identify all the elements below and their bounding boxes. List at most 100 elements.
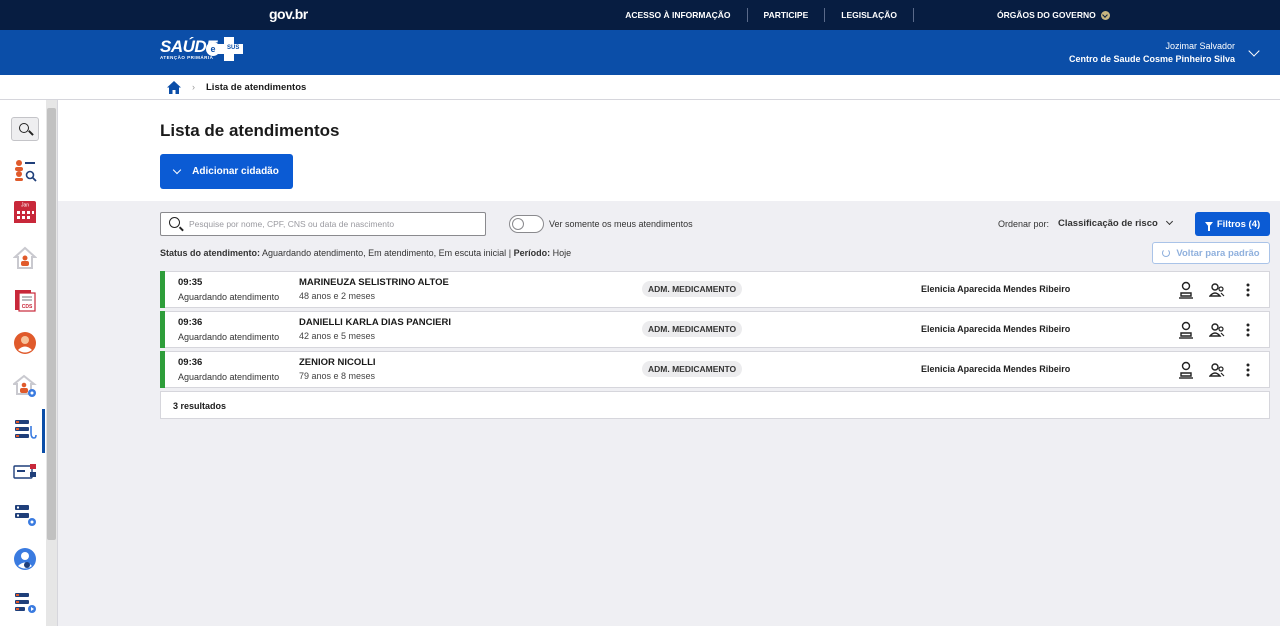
user-info[interactable]: Jozimar Salvador Centro de Saude Cosme P… bbox=[1069, 40, 1235, 66]
sidebar-scrollbar[interactable] bbox=[46, 100, 57, 626]
more-options-icon[interactable] bbox=[1240, 321, 1256, 339]
status-value: Aguardando atendimento, Em atendimento, … bbox=[262, 248, 507, 258]
attendance-row[interactable]: 09:36 Aguardando atendimento ZENIOR NICO… bbox=[160, 351, 1270, 388]
period-separator: | bbox=[508, 248, 512, 258]
orgaos-governo-menu[interactable]: ÓRGÃOS DO GOVERNO bbox=[997, 0, 1110, 30]
scrollbar-thumb[interactable] bbox=[47, 108, 56, 540]
link-acesso-informacao[interactable]: ACESSO À INFORMAÇÃO bbox=[625, 10, 730, 20]
saude-logo[interactable]: SAÚDE ATENÇÃO PRIMÁRIA e SUS bbox=[160, 37, 243, 61]
service-tag: ADM. MEDICAMENTO bbox=[642, 281, 743, 297]
order-select[interactable]: Classificação de risco bbox=[1058, 218, 1158, 229]
home-settings-icon[interactable] bbox=[13, 374, 37, 398]
add-citizen-button[interactable]: Adicionar cidadão bbox=[160, 154, 293, 189]
more-options-icon[interactable] bbox=[1240, 281, 1256, 299]
breadcrumb: › Lista de atendimentos bbox=[0, 75, 1280, 100]
reset-filters-button[interactable]: Voltar para padrão bbox=[1152, 242, 1270, 264]
professional-name: Elenicia Aparecida Mendes Ribeiro bbox=[921, 364, 1071, 374]
attendance-list-icon[interactable] bbox=[13, 418, 37, 442]
attendance-state: Aguardando atendimento bbox=[178, 332, 280, 342]
toggle-label: Ver somente os meus atendimentos bbox=[549, 219, 693, 229]
reset-label: Voltar para padrão bbox=[1176, 247, 1260, 259]
service-tag: ADM. MEDICAMENTO bbox=[642, 361, 743, 377]
search-field[interactable] bbox=[160, 212, 486, 236]
list-play-icon[interactable] bbox=[13, 591, 37, 615]
arrival-time: 09:35 bbox=[178, 277, 203, 288]
user-check-icon[interactable] bbox=[13, 547, 37, 571]
attendance-row[interactable]: 09:36 Aguardando atendimento DANIELLI KA… bbox=[160, 311, 1270, 348]
patient-search-icon[interactable] bbox=[13, 158, 37, 182]
attendance-state: Aguardando atendimento bbox=[178, 372, 280, 382]
patient-age: 48 anos e 2 meses bbox=[299, 291, 376, 301]
home-icon[interactable] bbox=[166, 80, 182, 95]
link-participe[interactable]: PARTICIPE bbox=[764, 10, 809, 20]
attendance-state: Aguardando atendimento bbox=[178, 292, 280, 302]
attendance-row[interactable]: 09:35 Aguardando atendimento MARINEUZA S… bbox=[160, 271, 1270, 308]
esus-badge: e bbox=[206, 42, 220, 56]
attendance-list: 09:35 Aguardando atendimento MARINEUZA S… bbox=[160, 271, 1270, 419]
results-count: 3 resultados bbox=[160, 391, 1270, 419]
brand-subtitle: ATENÇÃO PRIMÁRIA bbox=[160, 55, 214, 60]
chevron-down-icon[interactable] bbox=[1165, 217, 1174, 226]
cds-label: CDS bbox=[22, 304, 33, 310]
active-indicator bbox=[42, 409, 45, 453]
cds-document-icon[interactable]: CDS bbox=[13, 288, 37, 312]
filter-icon bbox=[1204, 221, 1213, 231]
status-bar bbox=[160, 351, 165, 388]
govbr-logo[interactable]: gov.br bbox=[269, 6, 308, 22]
attend-icon[interactable] bbox=[1178, 361, 1194, 379]
divider bbox=[746, 8, 748, 22]
my-attendances-toggle[interactable] bbox=[509, 215, 544, 233]
app-header: SAÚDE ATENÇÃO PRIMÁRIA e SUS Jozimar Sal… bbox=[0, 30, 1280, 75]
period-label: Período: bbox=[513, 248, 551, 258]
divider bbox=[913, 8, 914, 22]
gov-links: ACESSO À INFORMAÇÃO PARTICIPE LEGISLAÇÃO bbox=[625, 0, 930, 30]
citizen-icon[interactable] bbox=[13, 331, 37, 355]
people-icon[interactable] bbox=[1209, 361, 1225, 379]
patient-name: ZENIOR NICOLLI bbox=[299, 357, 376, 368]
calendar-icon[interactable]: Jan bbox=[13, 200, 37, 224]
sus-label: SUS bbox=[227, 45, 240, 51]
patient-name: MARINEUZA SELISTRINO ALTOE bbox=[299, 277, 449, 288]
status-label: Status do atendimento: bbox=[160, 248, 261, 258]
attend-icon[interactable] bbox=[1178, 321, 1194, 339]
page-title: Lista de atendimentos bbox=[160, 121, 340, 140]
filters-label: Filtros (4) bbox=[1216, 218, 1261, 230]
order-label: Ordenar por: bbox=[998, 219, 1050, 229]
left-sidebar: Jan CDS bbox=[0, 100, 58, 626]
search-input[interactable] bbox=[189, 216, 479, 232]
arrival-time: 09:36 bbox=[178, 317, 203, 328]
list-settings-icon[interactable] bbox=[13, 503, 37, 527]
patient-name: DANIELLI KARLA DIAS PANCIERI bbox=[299, 317, 451, 328]
breadcrumb-current: Lista de atendimentos bbox=[206, 82, 307, 93]
people-icon[interactable] bbox=[1209, 281, 1225, 299]
search-icon bbox=[169, 217, 180, 228]
period-value: Hoje bbox=[552, 248, 572, 258]
filter-summary: Status do atendimento: Aguardando atendi… bbox=[160, 248, 571, 258]
link-legislacao[interactable]: LEGISLAÇÃO bbox=[841, 10, 897, 20]
add-citizen-label: Adicionar cidadão bbox=[192, 166, 279, 177]
search-icon[interactable] bbox=[11, 117, 39, 141]
reset-icon bbox=[1162, 249, 1171, 257]
people-icon[interactable] bbox=[1209, 321, 1225, 339]
status-bar bbox=[160, 311, 165, 348]
attend-icon[interactable] bbox=[1178, 281, 1194, 299]
orgaos-label: ÓRGÃOS DO GOVERNO bbox=[997, 10, 1096, 20]
chevron-down-icon[interactable] bbox=[1248, 45, 1260, 57]
user-name: Jozimar Salvador bbox=[1165, 41, 1235, 51]
chevron-down-icon bbox=[1100, 10, 1110, 20]
gov-bar: gov.br ACESSO À INFORMAÇÃO PARTICIPE LEG… bbox=[0, 0, 1280, 30]
divider bbox=[824, 8, 826, 22]
id-card-icon[interactable] bbox=[13, 460, 37, 484]
filters-button[interactable]: Filtros (4) bbox=[1195, 212, 1270, 236]
service-tag: ADM. MEDICAMENTO bbox=[642, 321, 743, 337]
chevron-right-icon: › bbox=[192, 82, 195, 92]
status-bar bbox=[160, 271, 165, 308]
patient-age: 79 anos e 8 meses bbox=[299, 371, 376, 381]
chevron-down-icon bbox=[172, 165, 182, 174]
calendar-month: Jan bbox=[21, 203, 29, 209]
toggle-knob bbox=[512, 218, 524, 230]
patient-age: 42 anos e 5 meses bbox=[299, 331, 376, 341]
professional-name: Elenicia Aparecida Mendes Ribeiro bbox=[921, 324, 1071, 334]
home-visit-icon[interactable] bbox=[13, 246, 37, 270]
more-options-icon[interactable] bbox=[1240, 361, 1256, 379]
